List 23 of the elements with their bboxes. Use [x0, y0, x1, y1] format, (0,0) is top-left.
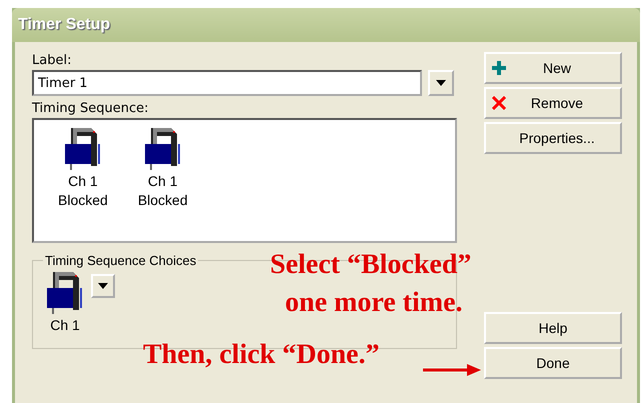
- dialog-button[interactable]: Help: [484, 312, 622, 344]
- dropdown-button[interactable]: [428, 70, 454, 96]
- dialog-button[interactable]: Done: [484, 347, 622, 379]
- arrow-icon: [423, 364, 481, 376]
- instruction-text: Select “Blocked”: [270, 249, 472, 281]
- instruction-text: Then, click “Done.”: [143, 339, 380, 371]
- cross-icon: [492, 96, 506, 110]
- dialog-button[interactable]: New: [484, 52, 622, 84]
- caret-icon: [436, 80, 446, 86]
- sequence-item-label: Ch 1 Blocked: [58, 172, 108, 210]
- choice-label: Ch 1: [50, 316, 80, 335]
- label-caption: Label:: [32, 52, 72, 70]
- instruction-text: one more time.: [285, 287, 463, 319]
- dialog-button[interactable]: Properties...: [484, 122, 622, 154]
- choices-caption: Timing Sequence Choices: [44, 253, 198, 268]
- label-field[interactable]: Timer 1: [32, 70, 422, 96]
- caret-icon: [98, 283, 108, 289]
- choice-dropdown-button[interactable]: [91, 274, 115, 298]
- dialog-button[interactable]: Remove: [484, 87, 622, 119]
- sequence-item-label: Ch 1 Blocked: [138, 172, 188, 210]
- sequence-caption: Timing Sequence:: [32, 100, 150, 118]
- window-title: Timer Setup: [18, 16, 110, 34]
- plus-icon: [492, 61, 506, 75]
